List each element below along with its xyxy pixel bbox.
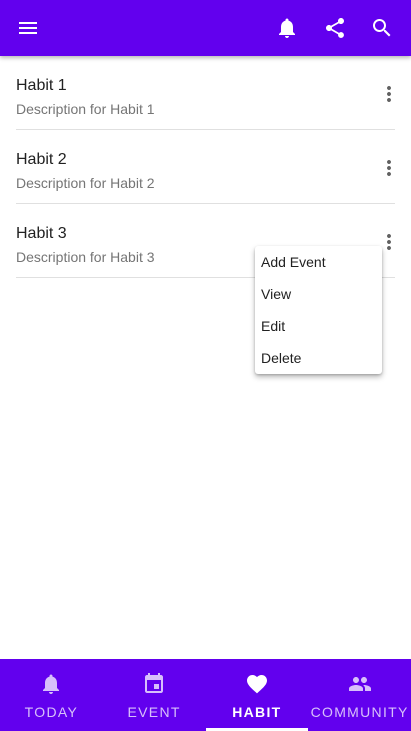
bottom-navigation: TODAY EVENT HABIT COMMUNITY [0,659,411,731]
people-icon [348,677,371,691]
habit-description: Description for Habit 2 [16,175,155,191]
share-button[interactable] [315,8,355,48]
menu-item-edit[interactable]: Edit [255,310,382,342]
nav-item-habit[interactable]: HABIT [205,659,309,731]
habit-title: Habit 3 [16,225,67,242]
habit-list: Habit 1 Description for Habit 1 Habit 2 … [0,56,411,278]
menu-icon [19,22,37,34]
notifications-button[interactable] [267,8,307,48]
more-vert-icon [387,86,391,102]
nav-label: TODAY [24,704,79,720]
heart-icon [246,675,267,694]
more-vert-icon [387,160,391,176]
share-icon [326,18,344,38]
nav-label: EVENT [127,704,181,720]
search-icon [373,19,391,37]
menu-button[interactable] [8,8,48,48]
more-options-button[interactable] [377,82,401,106]
nav-item-community[interactable]: COMMUNITY [308,659,411,731]
bell-icon [279,18,295,38]
menu-item-view[interactable]: View [255,278,382,310]
nav-item-event[interactable]: EVENT [103,659,206,731]
habit-title: Habit 1 [16,77,67,94]
search-button[interactable] [362,8,402,48]
calendar-icon [145,673,164,693]
menu-item-add-event[interactable]: Add Event [255,246,382,278]
context-menu: Add Event View Edit Delete [255,246,382,374]
nav-label: COMMUNITY [310,704,409,720]
bell-icon [43,674,60,694]
nav-label: HABIT [232,704,282,720]
list-item[interactable]: Habit 1 Description for Habit 1 [16,56,395,130]
habit-description: Description for Habit 1 [16,101,155,117]
habit-title: Habit 2 [16,151,67,168]
more-options-button[interactable] [377,156,401,180]
list-item[interactable]: Habit 2 Description for Habit 2 [16,130,395,204]
nav-item-today[interactable]: TODAY [0,659,103,731]
habit-description: Description for Habit 3 [16,249,155,265]
app-bar [0,0,411,56]
menu-item-delete[interactable]: Delete [255,342,382,374]
